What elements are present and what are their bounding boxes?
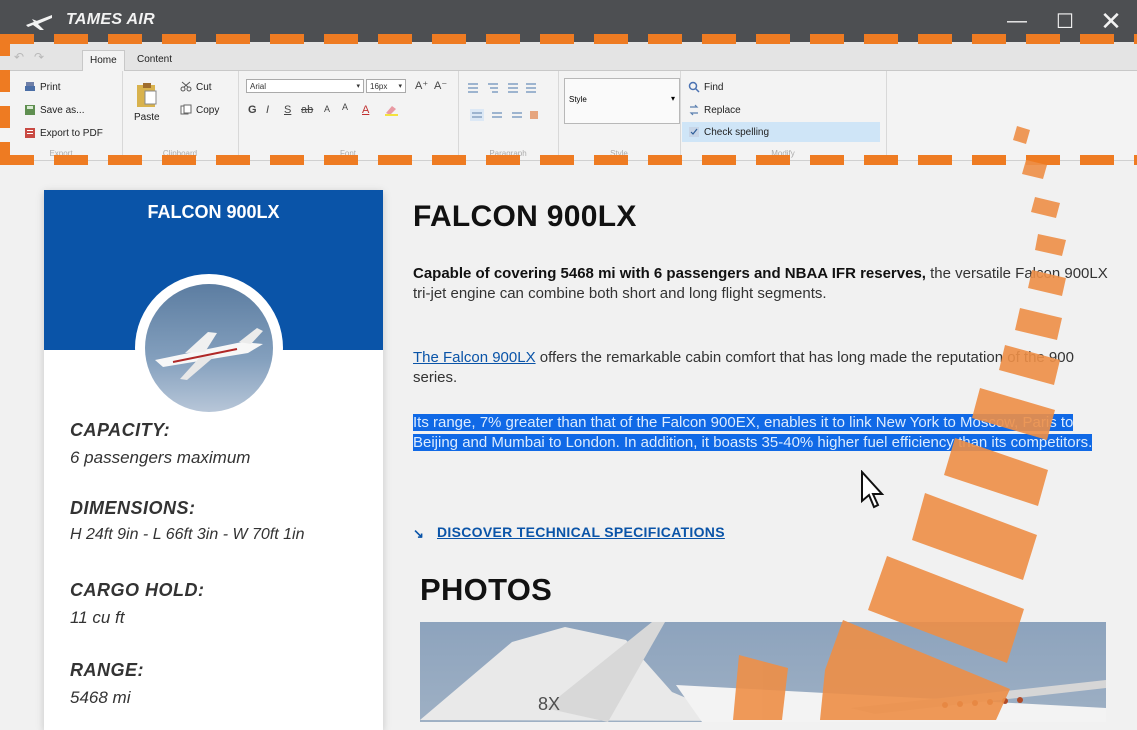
photos-heading: PHOTOS [420,572,553,607]
falcon-900lx-link[interactable]: The Falcon 900LX [413,349,536,366]
mouse-cursor-icon [861,470,885,509]
dimensions-value: H 24ft 9in - L 66ft 3in - W 70ft 1in [70,526,305,543]
airplane-logo-icon [26,15,52,30]
ribbon: ↶ ↷ Home Content Print Save as... Export… [0,34,1137,165]
export-group: Print Save as... Export to PDF Export [0,71,123,160]
chevron-down-icon: ▾ [670,94,675,103]
article-title: FALCON 900LX [413,200,637,233]
aircraft-card: FALCON 900LX CAPACITY: 6 passengers maxi… [44,190,383,730]
chevron-down-icon: ▾ [356,83,360,90]
app-title: TAMES AIR [66,11,155,28]
annotation-dashed-border-top [0,34,1137,44]
underline-button[interactable]: S [284,104,291,116]
font-size-select[interactable]: 16px ▾ [366,79,406,93]
ribbon-tab-strip: ↶ ↷ Home Content [0,42,1137,71]
font-grow-button[interactable]: A⁺ [415,79,428,92]
undo-button[interactable]: ↶ [14,50,24,64]
paste-button[interactable]: Paste [134,81,160,123]
copy-icon [180,104,192,116]
check-spelling-button[interactable]: Check spelling [682,122,880,142]
subscript-button[interactable]: A [324,104,330,114]
jet-image [155,328,263,380]
scissors-icon [180,81,192,93]
chevron-down-icon: ▾ [398,83,402,90]
find-button[interactable]: Find [688,81,723,93]
superscript-button[interactable]: A [342,102,348,112]
paste-icon [135,81,159,109]
maximize-button[interactable]: ☐ [1050,8,1080,34]
replace-button[interactable]: Replace [688,104,741,116]
cargo-hold-label: CARGO HOLD: [70,580,205,600]
print-button[interactable]: Print [24,81,61,93]
comfort-paragraph: The Falcon 900LX offers the remarkable c… [413,348,1118,388]
spellcheck-icon [688,126,700,138]
clipboard-group: Paste Cut Copy Clipboard [122,71,239,160]
font-shrink-button[interactable]: A⁻ [434,79,447,92]
range-value: 5468 mi [70,688,131,707]
font-group: Arial ▾ 16px ▾ A⁺ A⁻ G I S ab A A A Font [238,71,459,160]
save-as-button[interactable]: Save as... [24,104,84,116]
modify-group: Find Replace Check spelling Modify [680,71,887,160]
pdf-icon [24,127,36,139]
range-paragraph[interactable]: Its range, 7% greater than that of the F… [413,413,1118,453]
paragraph-buttons-icon[interactable] [468,81,548,129]
dimensions-label: DIMENSIONS: [70,498,196,518]
intro-bold-text: Capable of covering 5468 mi with 6 passe… [413,265,926,282]
range-label: RANGE: [70,660,144,680]
aircraft-avatar [135,274,283,422]
tab-home[interactable]: Home [82,50,125,71]
minimize-button[interactable]: — [1002,8,1032,34]
redo-button[interactable]: ↷ [34,50,44,64]
document-view: FALCON 900LX CAPACITY: 6 passengers maxi… [0,160,1137,730]
font-color-button[interactable]: A [362,104,369,116]
save-icon [24,104,36,116]
highlight-icon[interactable] [384,104,400,119]
selected-text[interactable]: Its range, 7% greater than that of the F… [413,414,1093,451]
capacity-value: 6 passengers maximum [70,448,251,467]
italic-button[interactable]: I [266,104,269,116]
export-pdf-button[interactable]: Export to PDF [24,127,103,139]
print-icon [24,81,36,93]
cut-button[interactable]: Cut [180,81,212,93]
capacity-label: CAPACITY: [70,420,171,440]
arrow-down-right-icon: ↘ [413,526,424,541]
replace-icon [688,104,700,116]
strikethrough-button[interactable]: ab [301,104,313,116]
font-family-select[interactable]: Arial ▾ [246,79,364,93]
tab-content[interactable]: Content [130,50,179,70]
intro-paragraph: Capable of covering 5468 mi with 6 passe… [413,264,1118,304]
photo-tail-label: 8X [538,694,560,714]
card-title: FALCON 900LX [44,190,383,250]
search-icon [688,81,700,93]
paragraph-group: Paragraph [458,71,559,160]
style-select[interactable]: Style ▾ [564,78,680,124]
cargo-hold-value: 11 cu ft [70,608,125,627]
copy-button[interactable]: Copy [180,104,219,116]
close-button[interactable]: ✕ [1096,6,1126,36]
aircraft-photo[interactable]: 8X [420,622,1106,722]
bold-button[interactable]: G [248,104,257,116]
annotation-dashed-border-left [0,34,10,165]
